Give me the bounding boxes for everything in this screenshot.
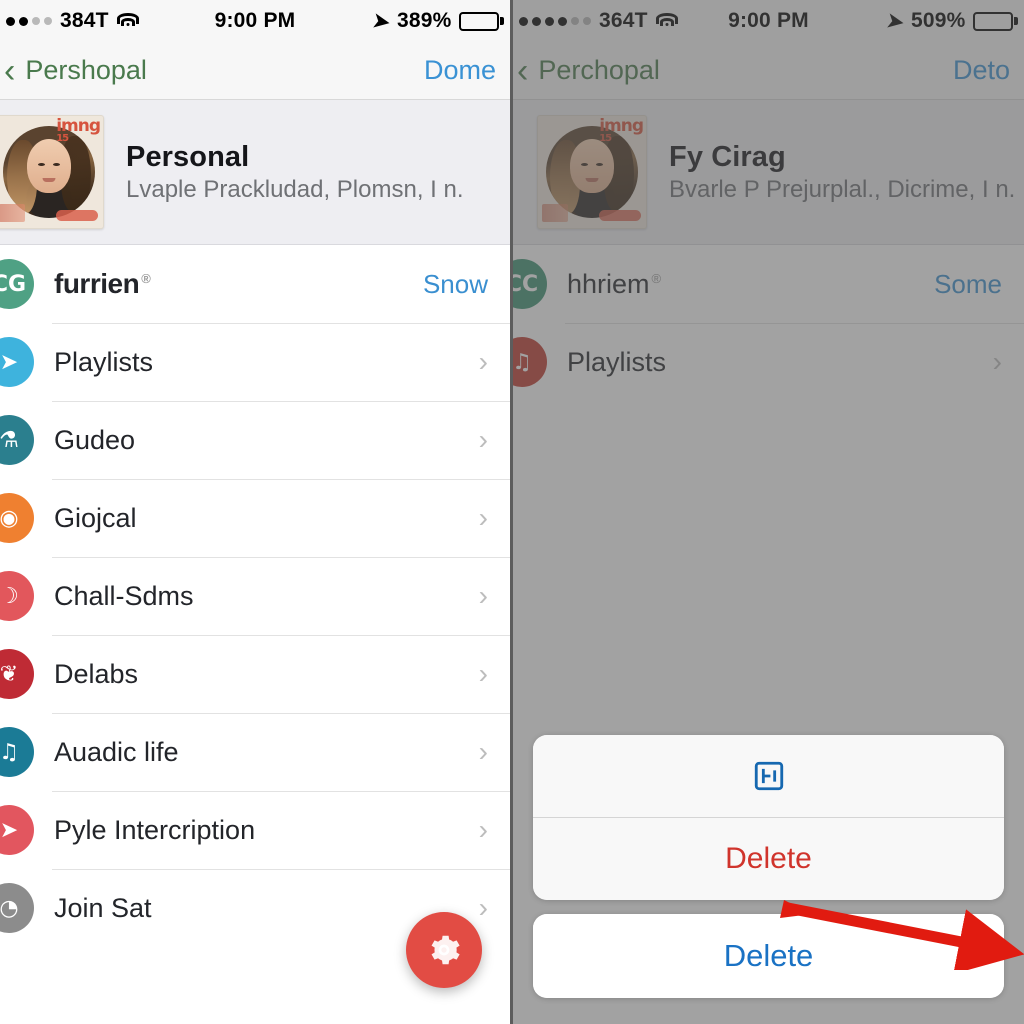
chevron-right-icon: › xyxy=(478,502,488,533)
chevron-right-icon: › xyxy=(478,580,488,611)
chevron-right-icon: › xyxy=(478,892,488,923)
action-sheet-icon-item[interactable] xyxy=(533,735,1004,817)
list-item-accessory: › xyxy=(479,894,510,922)
join-sat-icon: ◔ xyxy=(0,883,34,933)
list-item-accessory: › xyxy=(479,738,510,766)
list-item-label: Chall-Sdms xyxy=(54,580,194,611)
action-sheet-delete-button[interactable]: Delete xyxy=(533,817,1004,900)
left-status-bar: 384T 9:00 PM ➤ 389% xyxy=(0,0,510,42)
avatar-watermark-bar xyxy=(56,210,98,221)
chevron-right-icon: › xyxy=(478,346,488,377)
chevron-right-icon: › xyxy=(478,814,488,845)
delabs-icon: ❦ xyxy=(0,649,34,699)
left-status-left: 384T xyxy=(0,9,139,33)
left-status-right: ➤ 389% xyxy=(371,9,510,34)
profile-text: Personal Lvaple Prackludad, Plomsn, I n. xyxy=(126,141,464,204)
chevron-right-icon: › xyxy=(478,736,488,767)
registered-trademark-icon: ® xyxy=(141,270,151,286)
list-item-label: Gudeo xyxy=(54,424,136,455)
battery-percent-label: 389% xyxy=(396,9,452,32)
giojcal-icon: ◉ xyxy=(0,493,34,543)
list-item-accessory: › xyxy=(479,582,510,610)
playlists-icon: ➤ xyxy=(0,337,34,387)
list-item[interactable]: ◉ Giojcal › xyxy=(0,479,510,557)
right-phone-screen: 364T 9:00 PM ➤ 509% ‹ Perchopal Deto xyxy=(513,0,1024,1024)
list-item-accessory: › xyxy=(479,348,510,376)
list-item-label: Pyle Intercription xyxy=(54,814,256,845)
auadic-life-icon: ♫ xyxy=(0,727,34,777)
back-button-label: Pershopal xyxy=(25,55,147,85)
list-item-label: Giojcal xyxy=(54,502,137,533)
list-item[interactable]: ♫ Auadic life › xyxy=(0,713,510,791)
panel-divider xyxy=(510,0,513,1024)
list-item[interactable]: ➤ Pyle Intercription › xyxy=(0,791,510,869)
list-item-accessory: › xyxy=(479,816,510,844)
list-item-label: Join Sat xyxy=(54,892,152,923)
list-item-accessory: › xyxy=(479,504,510,532)
gudeo-icon: ⚗ xyxy=(0,415,34,465)
chall-sdms-icon: ☽ xyxy=(0,571,34,621)
gear-icon xyxy=(431,935,460,965)
list-item-label: Auadic life xyxy=(54,736,179,767)
settings-fab-button[interactable] xyxy=(406,912,482,988)
chevron-right-icon: › xyxy=(478,658,488,689)
list-item-label: Delabs xyxy=(54,658,139,689)
list-item[interactable]: ❦ Delabs › xyxy=(0,635,510,713)
share-square-icon xyxy=(754,761,783,791)
chevron-right-icon: › xyxy=(478,424,488,455)
list-item[interactable]: CG furrien® Snow xyxy=(0,245,510,323)
left-nav-bar: ‹ Pershopal Dome xyxy=(0,42,510,100)
nav-right-action[interactable]: Dome xyxy=(424,55,510,86)
chevron-left-icon: ‹ xyxy=(4,51,16,90)
avatar-watermark: imng 15 xyxy=(56,116,101,145)
profile-header[interactable]: imng 15 Personal Lvaple Prackludad, Plom… xyxy=(0,100,510,245)
signal-strength-dots xyxy=(6,16,52,26)
list-item[interactable]: ☽ Chall-Sdms › xyxy=(0,557,510,635)
pyle-intercription-icon: ➤ xyxy=(0,805,34,855)
action-sheet-group: Delete xyxy=(533,735,1004,900)
action-sheet: Delete Delete xyxy=(513,735,1024,1024)
list-item-accessory: › xyxy=(479,660,510,688)
list-item-accessory: › xyxy=(479,426,510,454)
battery-full-icon xyxy=(458,11,504,31)
location-arrow-icon: ➤ xyxy=(371,9,392,34)
list-item-label: furrien ® xyxy=(54,268,151,299)
left-settings-list: CG furrien® Snow ➤ Playlists › ⚗ Gudeo › ◉ Giojcal… xyxy=(0,245,510,947)
profile-name: Personal xyxy=(126,140,250,173)
profile-subtitle: Lvaple Prackludad, Plomsn, I n. xyxy=(126,175,464,203)
carrier-label: 384T xyxy=(60,9,109,32)
action-sheet-cancel-group: Delete xyxy=(533,914,1004,998)
list-item-label: Playlists xyxy=(54,346,154,377)
left-phone-screen: 384T 9:00 PM ➤ 389% ‹ Pershopal Dome imn… xyxy=(0,0,510,1024)
avatar: imng 15 xyxy=(0,115,104,229)
list-item-accessory: Snow xyxy=(423,269,510,300)
wifi-icon xyxy=(116,13,139,29)
list-item[interactable]: ➤ Playlists › xyxy=(0,323,510,401)
back-button[interactable]: ‹ Pershopal xyxy=(0,54,147,88)
screenshot-stage: 384T 9:00 PM ➤ 389% ‹ Pershopal Dome imn… xyxy=(0,0,1024,1024)
list-item[interactable]: ⚗ Gudeo › xyxy=(0,401,510,479)
avatar-watermark-corner xyxy=(0,204,25,222)
list-item-value[interactable]: Snow xyxy=(423,269,488,300)
furrien-icon: CG xyxy=(0,259,34,309)
action-sheet-cancel-button[interactable]: Delete xyxy=(533,914,1004,998)
